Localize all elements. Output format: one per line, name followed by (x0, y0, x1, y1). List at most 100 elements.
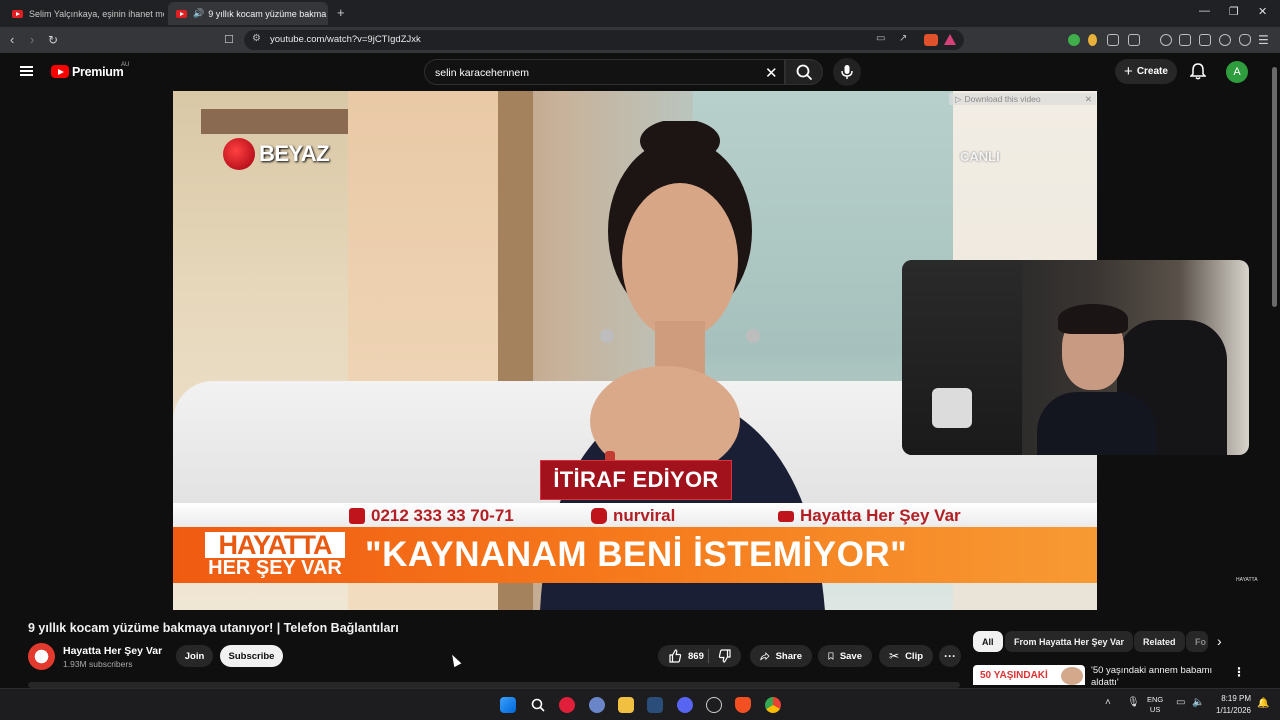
sidebar-icon[interactable] (1179, 34, 1191, 46)
forward-icon[interactable]: › (30, 32, 34, 48)
play-icon: ▷ (955, 93, 962, 104)
restore-button[interactable]: ❐ (1229, 5, 1239, 18)
app-gear-icon[interactable] (706, 697, 722, 713)
account-avatar[interactable]: A (1226, 61, 1248, 83)
shelf-decor (201, 109, 371, 134)
network-icon[interactable]: ▭ (1176, 697, 1185, 708)
site-info-icon[interactable]: ⚙ (252, 33, 261, 44)
input-language[interactable]: ENG US (1147, 695, 1163, 715)
video-corner-watermark: HAYATTA (1236, 577, 1258, 583)
recommendation-thumbnail[interactable]: 50 YAŞINDAKİ (973, 665, 1085, 685)
streamer-body (1037, 392, 1157, 455)
page-scrollbar[interactable] (1269, 53, 1280, 688)
scissors-icon: ✂ (889, 649, 900, 663)
chrome-icon[interactable] (765, 697, 781, 713)
youtube-premium-brand[interactable]: Premium (72, 65, 124, 79)
tab-selim[interactable]: Selim Yalçınkaya, eşinin ihanet mesaj (4, 2, 164, 25)
clip-button[interactable]: ✂ Clip (879, 645, 933, 667)
browser-menu-icon[interactable]: ☰ (1258, 32, 1269, 48)
save-button[interactable]: Save (818, 645, 872, 667)
extension-yellow-icon[interactable] (1088, 34, 1097, 46)
chevron-right-icon[interactable]: › (1217, 633, 1222, 649)
search-query: selin karacehennem (435, 67, 529, 79)
wallet-icon[interactable] (1199, 34, 1211, 46)
tray-microphone-icon[interactable]: 🎙 (1127, 697, 1140, 708)
reload-icon[interactable]: ↻ (48, 32, 58, 48)
create-button[interactable]: + Create (1115, 59, 1177, 84)
subscriber-count: 1.93M subscribers (63, 659, 133, 669)
chip-all[interactable]: All (973, 631, 1003, 652)
brave-shield-icon[interactable] (924, 34, 938, 46)
bookmark-icon[interactable]: ☐ (224, 32, 234, 48)
taskbar-time[interactable]: 8:19 PM (1215, 694, 1251, 703)
region-code: AU (121, 62, 130, 68)
clear-search-icon[interactable]: ✕ (765, 64, 778, 82)
voice-search-button[interactable] (833, 58, 861, 86)
brave-rewards-icon[interactable] (944, 34, 956, 45)
youtube-logo-icon[interactable] (51, 65, 69, 78)
phone-icon (349, 508, 365, 524)
live-indicator: CANLI (960, 149, 1000, 164)
chip-from-channel[interactable]: From Hayatta Her Şey Var (1005, 631, 1134, 652)
search-icon (796, 64, 812, 80)
tray-chevron-up-icon[interactable]: ˄ (1105, 697, 1111, 708)
recommendation-title[interactable]: '50 yaşındaki annem babamı aldattı' (1091, 665, 1217, 689)
cast-icon[interactable]: ▭ (876, 33, 885, 44)
tab-active-video[interactable]: 🔊 9 yıllık kocam yüzüme bakma ✕ (168, 2, 328, 25)
mouse-cursor-icon (448, 652, 462, 668)
search-input[interactable]: selin karacehennem ✕ (424, 59, 785, 85)
channel-avatar[interactable] (28, 643, 55, 670)
search-button[interactable] (785, 59, 823, 85)
hamburger-menu-icon[interactable] (20, 66, 33, 76)
volume-icon[interactable]: 🔈 (1192, 697, 1204, 708)
dislike-button[interactable] (718, 649, 732, 668)
extension-green-icon[interactable] (1068, 34, 1080, 46)
youtube-contact: Hayatta Her Şey Var (778, 506, 961, 526)
music-icon[interactable] (1160, 34, 1172, 46)
chip-for-you[interactable]: Fo (1186, 631, 1208, 652)
thumbs-up-icon[interactable] (668, 649, 682, 663)
join-button[interactable]: Join (176, 645, 213, 667)
channel-name[interactable]: Hayatta Her Şey Var (63, 645, 162, 657)
like-count[interactable]: 869 (688, 651, 704, 662)
notifications-button[interactable] (1189, 62, 1207, 85)
share-button[interactable]: Share (750, 645, 812, 667)
address-bar[interactable]: ⚙ youtube.com/watch?v=9jCTIgdZJxk ▭ ↗ (244, 30, 964, 50)
leo-icon[interactable] (1219, 34, 1231, 46)
tab-close-icon[interactable]: ✕ (326, 7, 328, 20)
media-player-icon[interactable] (559, 697, 575, 713)
browser-toolbar: ‹ › ↻ ☐ ⚙ youtube.com/watch?v=9jCTIgdZJx… (0, 27, 1280, 53)
bell-icon (1189, 63, 1207, 80)
notification-center-icon[interactable]: 🔔 (1257, 698, 1269, 709)
screenshot-icon[interactable] (1128, 34, 1140, 46)
download-video-button[interactable]: ▷ Download this video ✕ (949, 93, 1096, 105)
headline-band: HAYATTA HER ŞEY VAR "KAYNANAM BENİ İSTEM… (173, 527, 1097, 583)
steam-icon[interactable] (647, 697, 663, 713)
minimize-button[interactable]: — (1199, 5, 1210, 17)
windows-start-icon[interactable] (500, 697, 516, 713)
thumbs-down-icon (718, 649, 731, 663)
back-icon[interactable]: ‹ (10, 32, 14, 48)
vpn-icon[interactable] (1239, 34, 1251, 46)
more-actions-button[interactable]: ··· (939, 645, 961, 667)
subscribe-button[interactable]: Subscribe (220, 645, 283, 667)
scrollbar-thumb[interactable] (1272, 67, 1277, 307)
youtube-icon (778, 510, 794, 522)
file-explorer-icon[interactable] (618, 697, 634, 713)
extensions-icon[interactable] (1107, 34, 1119, 46)
discord-icon[interactable] (677, 697, 693, 713)
brave-browser-icon[interactable] (735, 697, 751, 713)
streamer-hair (1058, 304, 1128, 334)
new-tab-button[interactable]: + (337, 5, 345, 20)
bookmark-save-icon (828, 652, 834, 660)
instagram-icon (591, 508, 607, 524)
close-window-button[interactable]: ✕ (1258, 5, 1267, 18)
search-taskbar-icon[interactable] (530, 697, 546, 713)
phone-contact: 0212 333 33 70-71 (349, 506, 514, 526)
close-icon[interactable]: ✕ (1085, 94, 1096, 105)
chip-related[interactable]: Related (1134, 631, 1185, 652)
share-page-icon[interactable]: ↗ (899, 33, 907, 44)
taskbar-date[interactable]: 1/11/2026 (1213, 706, 1251, 715)
copilot-icon[interactable] (589, 697, 605, 713)
recommendation-menu-icon[interactable]: ⋮ (1233, 665, 1245, 679)
